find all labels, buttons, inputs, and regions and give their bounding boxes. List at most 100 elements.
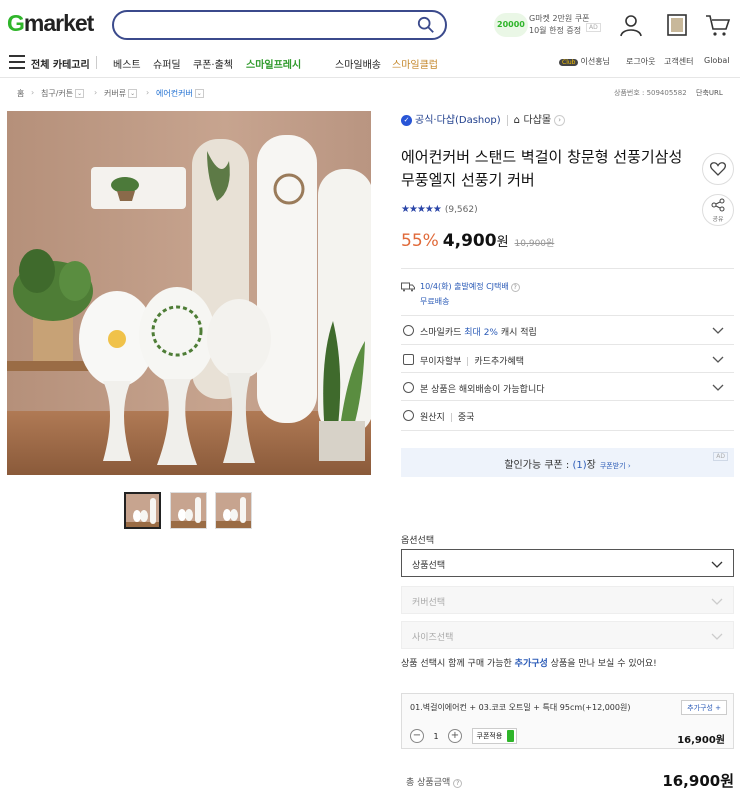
benefit-installment-text: 무이자할부 카드추가혜택 [420, 357, 525, 367]
user-name-label: 이선홍님 [580, 57, 610, 66]
total-label: 총 상품금액? [406, 775, 463, 788]
benefit-overseas[interactable]: 본 상품은 해외배송이 가능합니다 [401, 378, 734, 398]
user-name[interactable]: Club 이선홍님 [559, 56, 610, 67]
share-button[interactable]: 공유 [702, 194, 734, 226]
price-unit: 원 [496, 235, 509, 250]
my-page-icon[interactable] [618, 12, 644, 38]
product-title: 에어컨커버 스탠드 벽걸이 창문형 선풍기삼성무풍엘지 선풍기 커버 [401, 148, 683, 189]
nav-item-superdeal[interactable]: 슈퍼딜 [153, 56, 181, 71]
search-input[interactable] [124, 16, 414, 34]
get-coupon-link[interactable]: 쿠폰받기 › [600, 462, 631, 470]
chevron-down-icon[interactable] [712, 324, 724, 336]
logout-link[interactable]: 로그아웃 [626, 56, 655, 67]
selected-subtotal: 16,900원 [677, 735, 725, 746]
nav-divider [96, 56, 97, 69]
coupon-label: 할인가능 쿠폰 : (1)장 쿠폰받기 › [504, 460, 631, 471]
chevron-right-icon[interactable]: › [554, 114, 566, 126]
truck-icon [401, 282, 415, 292]
search-bar[interactable] [112, 10, 447, 40]
hamburger-menu-icon[interactable] [9, 55, 25, 69]
wishlist-button[interactable] [702, 153, 734, 185]
breadcrumb-sep: › [31, 88, 35, 97]
benefit-smile-card[interactable]: 스마일카드 최대 2% 캐시 적립 [401, 321, 734, 341]
shipping-date-label: 10/4(화) 출발예정 CJ택배 [420, 282, 509, 291]
share-icon [711, 198, 725, 212]
coupon-green-marker [507, 730, 515, 742]
global-link[interactable]: Global [704, 56, 730, 65]
benefit-smile-card-text: 스마일카드 최대 2% 캐시 적립 [420, 328, 537, 338]
thumbnail-3[interactable] [215, 492, 252, 529]
plus-button[interactable]: + [448, 729, 462, 743]
minus-button[interactable]: − [410, 729, 424, 743]
short-url-button[interactable]: 단축URL [696, 88, 723, 98]
chevron-down-icon[interactable]: ⌄ [128, 89, 138, 98]
divider [401, 430, 734, 431]
add-composition-button[interactable]: 추가구성 + [681, 700, 727, 715]
seller-info: ✓ 공식·다샵(Dashop) ⌂ 다샵몰 › [401, 111, 566, 127]
top-header: Gmarket 20000 G마켓 2만원 쿠폰 10월 한정 증정 AD [0, 0, 740, 48]
nav-item-smile-delivery[interactable]: 스마일배송 [335, 56, 381, 71]
thumbnail-2[interactable] [170, 492, 207, 529]
product-rating[interactable]: ★★★★★ (9,562) [401, 202, 478, 216]
shop-link[interactable]: 다샵몰 [523, 115, 551, 126]
cover-select-value: 커버선택 [412, 598, 446, 608]
breadcrumb-covers[interactable]: 커버류 ⌄ [104, 88, 138, 99]
quantity-value[interactable]: 1 [424, 732, 448, 741]
promo-line2: 10월 한정 증정 [529, 26, 582, 35]
divider [401, 372, 734, 373]
chevron-down-icon[interactable] [712, 381, 724, 393]
card-icon [403, 354, 414, 365]
chevron-down-icon[interactable] [712, 353, 724, 365]
divider [401, 344, 734, 345]
nav-item-coupon[interactable]: 쿠폰·출첵 [193, 56, 233, 71]
ad-badge: AD [713, 452, 728, 461]
gmarket-logo[interactable]: Gmarket [7, 10, 94, 37]
nav-item-best[interactable]: 베스트 [113, 56, 141, 71]
product-number: 상품번호 : 509405582 [614, 89, 687, 97]
globe-icon [403, 382, 414, 393]
cart-icon[interactable] [705, 12, 731, 38]
product-select-value: 상품선택 [412, 561, 446, 571]
share-label: 공유 [712, 216, 724, 223]
coupon-bar[interactable]: 할인가능 쿠폰 : (1)장 쿠폰받기 › AD [401, 448, 734, 477]
benefit-installment[interactable]: 무이자할부 카드추가혜택 [401, 350, 734, 370]
breadcrumb-bedding[interactable]: 침구/커튼 ⌄ [41, 88, 85, 99]
breadcrumb-bedding-label: 침구/커튼 [41, 89, 74, 98]
all-categories-link[interactable]: 전체 카테고리 [31, 56, 90, 71]
price-block: 55% 4,900원 10,900원 [401, 231, 554, 251]
quantity-stepper: −1 + 쿠폰적용 [410, 728, 518, 744]
shipping-date: 10/4(화) 출발예정 CJ택배? [420, 281, 520, 292]
chevron-down-icon[interactable]: ⌄ [194, 89, 204, 98]
cover-select[interactable]: 커버선택 [401, 586, 734, 614]
recent-viewed-icon[interactable] [664, 12, 690, 38]
ad-badge: AD [586, 23, 601, 32]
thumbnail-1[interactable] [124, 492, 161, 529]
search-origin-icon [403, 410, 414, 421]
help-icon[interactable]: ? [510, 283, 520, 292]
divider [401, 400, 734, 401]
coupon-promo-banner[interactable]: 20000 G마켓 2만원 쿠폰 10월 한정 증정 AD [494, 11, 601, 39]
coupon-apply-button[interactable]: 쿠폰적용 [471, 728, 518, 744]
shipping-fee: 무료배송 [420, 297, 450, 306]
nav-item-smile-fresh[interactable]: 스마일프레시 [246, 56, 301, 71]
verified-icon: ✓ [401, 114, 412, 126]
coupon-apply-label: 쿠폰적용 [476, 732, 503, 740]
coupon-coin-icon: 20000 [494, 13, 528, 37]
official-store-link[interactable]: 공식·다샵(Dashop) [415, 115, 501, 126]
help-icon[interactable]: ? [453, 779, 463, 788]
origin-text: 원산지 중국 [420, 413, 475, 423]
chevron-down-icon[interactable]: ⌄ [75, 89, 85, 98]
breadcrumb: 홈 › 침구/커튼 ⌄ › 커버류 ⌄ › 에어컨커버 ⌄ 상품번호 : 509405… [0, 88, 740, 104]
size-select[interactable]: 사이즈선택 [401, 621, 734, 649]
search-icon[interactable] [417, 16, 435, 34]
product-main-image[interactable] [7, 111, 371, 475]
nav-item-smile-club[interactable]: 스마일클럽 [392, 56, 438, 71]
product-select[interactable]: 상품선택 [401, 549, 734, 577]
chevron-down-icon [711, 633, 723, 640]
breadcrumb-sep: › [146, 88, 150, 97]
breadcrumb-home[interactable]: 홈 [17, 88, 24, 99]
chevron-down-icon [711, 598, 723, 605]
size-select-value: 사이즈선택 [412, 633, 454, 643]
breadcrumb-aircon-cover[interactable]: 에어컨커버 ⌄ [156, 88, 204, 99]
support-link[interactable]: 고객센터 [664, 56, 693, 67]
